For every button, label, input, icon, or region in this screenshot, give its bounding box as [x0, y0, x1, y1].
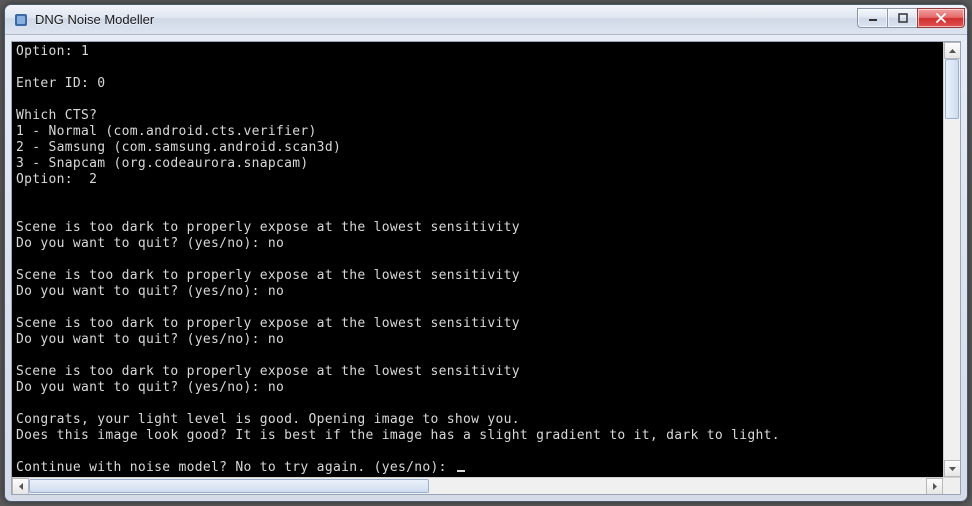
scroll-left-button[interactable]	[12, 478, 29, 495]
console-wrapper: Option: 1 Enter ID: 0 Which CTS? 1 - Nor…	[12, 42, 960, 477]
titlebar[interactable]: DNG Noise Modeller	[5, 5, 967, 35]
scroll-track-vertical[interactable]	[944, 59, 960, 460]
maximize-button[interactable]	[887, 8, 917, 28]
scroll-down-button[interactable]	[944, 460, 960, 477]
cursor	[457, 470, 465, 472]
scroll-track-horizontal[interactable]	[29, 478, 926, 494]
scroll-right-button[interactable]	[926, 478, 943, 495]
console-output[interactable]: Option: 1 Enter ID: 0 Which CTS? 1 - Nor…	[12, 42, 943, 477]
scroll-thumb-vertical[interactable]	[945, 59, 959, 119]
horizontal-scrollbar[interactable]	[12, 478, 943, 494]
scroll-corner	[943, 478, 960, 495]
vertical-scrollbar[interactable]	[943, 42, 960, 477]
window-controls	[857, 8, 965, 28]
minimize-button[interactable]	[857, 8, 887, 28]
scroll-thumb-horizontal[interactable]	[29, 479, 429, 493]
horizontal-scroll-row	[12, 477, 960, 494]
window-title: DNG Noise Modeller	[35, 12, 857, 27]
app-icon	[13, 12, 29, 28]
scroll-up-button[interactable]	[944, 42, 960, 59]
app-window: DNG Noise Modeller Option: 1 Enter ID: 0…	[4, 4, 968, 502]
close-button[interactable]	[917, 8, 965, 28]
content-area: Option: 1 Enter ID: 0 Which CTS? 1 - Nor…	[11, 41, 961, 495]
